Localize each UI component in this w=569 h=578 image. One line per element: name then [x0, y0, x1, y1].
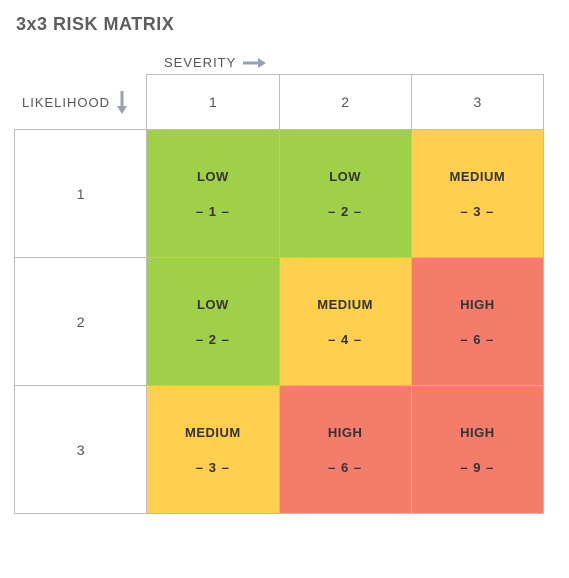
- risk-level-label: HIGH: [413, 297, 542, 312]
- risk-cell: HIGH – 9 –: [411, 386, 543, 514]
- risk-score: – 6 –: [281, 460, 410, 475]
- matrix-corner: LIKELIHOOD: [15, 75, 147, 130]
- risk-score: – 1 –: [148, 204, 277, 219]
- risk-score: – 4 –: [281, 332, 410, 347]
- likelihood-header: 3: [15, 386, 147, 514]
- risk-level-label: MEDIUM: [281, 297, 410, 312]
- severity-header: 1: [147, 75, 279, 130]
- likelihood-axis-label: LIKELIHOOD: [22, 95, 110, 110]
- risk-level-label: LOW: [148, 169, 277, 184]
- risk-score: – 2 –: [281, 204, 410, 219]
- risk-level-label: HIGH: [281, 425, 410, 440]
- severity-axis: SEVERITY: [164, 55, 555, 70]
- severity-header: 3: [411, 75, 543, 130]
- risk-cell: HIGH – 6 –: [279, 386, 411, 514]
- risk-level-label: HIGH: [413, 425, 542, 440]
- severity-axis-label: SEVERITY: [164, 55, 236, 70]
- matrix-row: 1 LOW – 1 – LOW – 2 – MEDIUM – 3 –: [15, 130, 544, 258]
- likelihood-header: 2: [15, 258, 147, 386]
- likelihood-header: 1: [15, 130, 147, 258]
- page-title: 3x3 RISK MATRIX: [16, 14, 555, 35]
- risk-level-label: LOW: [281, 169, 410, 184]
- risk-level-label: LOW: [148, 297, 277, 312]
- risk-cell: HIGH – 6 –: [411, 258, 543, 386]
- risk-score: – 3 –: [413, 204, 542, 219]
- risk-cell: MEDIUM – 4 –: [279, 258, 411, 386]
- risk-cell: LOW – 2 –: [147, 258, 279, 386]
- severity-header: 2: [279, 75, 411, 130]
- risk-cell: LOW – 2 –: [279, 130, 411, 258]
- risk-cell: MEDIUM – 3 –: [147, 386, 279, 514]
- severity-header-row: LIKELIHOOD 1 2 3: [15, 75, 544, 130]
- risk-matrix: LIKELIHOOD 1 2 3 1 LOW – 1 – LOW – 2 – M…: [14, 74, 544, 514]
- risk-level-label: MEDIUM: [148, 425, 277, 440]
- arrow-right-icon: [242, 57, 266, 69]
- risk-score: – 3 –: [148, 460, 277, 475]
- risk-score: – 2 –: [148, 332, 277, 347]
- matrix-row: 2 LOW – 2 – MEDIUM – 4 – HIGH – 6 –: [15, 258, 544, 386]
- risk-score: – 6 –: [413, 332, 542, 347]
- matrix-row: 3 MEDIUM – 3 – HIGH – 6 – HIGH – 9 –: [15, 386, 544, 514]
- risk-level-label: MEDIUM: [413, 169, 542, 184]
- risk-cell: LOW – 1 –: [147, 130, 279, 258]
- risk-cell: MEDIUM – 3 –: [411, 130, 543, 258]
- arrow-down-icon: [116, 90, 128, 114]
- risk-score: – 9 –: [413, 460, 542, 475]
